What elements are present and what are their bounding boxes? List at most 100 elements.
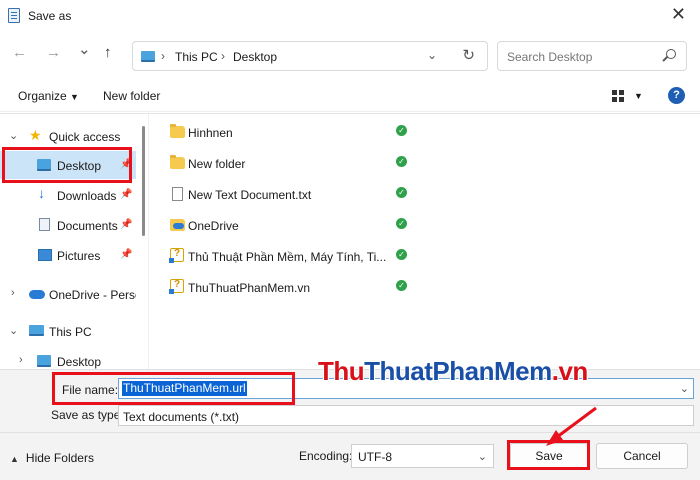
nav-item-label: Quick access <box>49 130 121 144</box>
close-icon[interactable]: ✕ <box>671 4 686 25</box>
pin-icon: 📌 <box>120 219 133 230</box>
file-name: New Text Document.txt <box>188 188 312 202</box>
pane-divider[interactable] <box>148 114 158 370</box>
command-bar: Organize ▼ New folder ▼ ? <box>0 80 700 112</box>
chevron-right-icon[interactable]: › <box>19 354 23 366</box>
caret-up-icon: ▲ <box>10 454 19 464</box>
pictures-icon <box>38 249 52 261</box>
encoding-select[interactable]: UTF-8 ⌄ <box>351 444 494 468</box>
nav-item-this-pc[interactable]: ⌄ This PC <box>0 317 136 345</box>
view-options-icon[interactable] <box>612 90 624 102</box>
nav-item-desktop[interactable]: Desktop 📌 <box>0 151 136 179</box>
chevron-down-icon[interactable]: ⌄ <box>680 382 689 395</box>
organize-menu[interactable]: Organize ▼ <box>18 89 79 103</box>
main-content: ⌄ ★ Quick access Desktop 📌 ↓ Downloads 📌… <box>0 113 700 370</box>
nav-item-downloads[interactable]: ↓ Downloads 📌 <box>0 181 136 209</box>
shortcut-icon <box>169 248 184 263</box>
watermark-part: ThuatPhanMem <box>364 356 552 386</box>
file-item[interactable]: Thủ Thuật Phần Mềm, Máy Tính, Ti... ✓ <box>158 240 418 270</box>
search-input[interactable]: Search Desktop <box>507 50 592 64</box>
encoding-label: Encoding: <box>299 449 353 463</box>
sync-status-icon: ✓ <box>396 249 407 260</box>
save-button[interactable]: Save <box>510 443 588 469</box>
view-dropdown-icon[interactable]: ▼ <box>634 91 643 101</box>
nav-item-label: Desktop <box>57 355 102 369</box>
pin-icon: 📌 <box>120 249 133 260</box>
save-type-label: Save as type: <box>51 408 124 422</box>
nav-item-this-pc-desktop[interactable]: › Desktop <box>0 347 136 370</box>
watermark-part: Thu <box>318 356 365 386</box>
file-item[interactable]: OneDrive ✓ <box>158 209 418 239</box>
navigation-bar: ← → ⌄ ↑ › This PC › Desktop ⌄ ↻ Search D… <box>0 38 700 72</box>
file-name: New folder <box>188 157 246 171</box>
nav-item-onedrive[interactable]: › OneDrive - Perso <box>0 280 136 308</box>
up-arrow-icon[interactable]: ↑ <box>104 44 112 61</box>
chevron-down-icon[interactable]: ⌄ <box>9 129 18 142</box>
cancel-button[interactable]: Cancel <box>596 443 688 469</box>
nav-item-label: Pictures <box>57 249 101 263</box>
hide-folders-button[interactable]: ▲ Hide Folders <box>10 451 94 465</box>
back-arrow-icon[interactable]: ← <box>12 44 27 61</box>
onedrive-folder-icon <box>170 219 185 231</box>
file-name: Hinhnen <box>188 126 233 140</box>
nav-item-label: This PC <box>49 325 92 339</box>
desktop-icon <box>37 159 51 171</box>
file-name-label: File name: <box>62 383 119 397</box>
file-item[interactable]: Hinhnen ✓ <box>158 116 418 146</box>
nav-item-documents[interactable]: Documents 📌 <box>0 211 136 239</box>
file-item[interactable]: New Text Document.txt ✓ <box>158 178 418 208</box>
file-name-input[interactable]: ThuThuatPhanMem.url <box>122 381 247 396</box>
recent-locations-chevron-icon[interactable]: ⌄ <box>78 40 91 58</box>
dialog-footer: ▲ Hide Folders Encoding: UTF-8 ⌄ Save Can… <box>0 432 700 480</box>
forward-arrow-icon[interactable]: → <box>46 44 61 61</box>
sync-status-icon: ✓ <box>396 187 407 198</box>
search-icon[interactable] <box>666 49 676 59</box>
folder-icon <box>170 124 185 138</box>
address-dropdown-icon[interactable]: ⌄ <box>427 48 437 62</box>
refresh-icon[interactable]: ↻ <box>462 46 475 64</box>
breadcrumb-this-pc[interactable]: This PC <box>175 50 218 64</box>
breadcrumb-separator-icon: › <box>221 49 225 63</box>
pin-icon: 📌 <box>120 159 133 170</box>
sync-status-icon: ✓ <box>396 218 407 229</box>
breadcrumb-separator-icon: › <box>161 49 165 63</box>
watermark-logo: ThuThuatPhanMem.vn <box>318 356 588 387</box>
file-name: Thủ Thuật Phần Mềm, Máy Tính, Ti... <box>188 250 387 264</box>
pc-icon <box>141 51 155 62</box>
file-item[interactable]: New folder ✓ <box>158 147 418 177</box>
shortcut-icon <box>169 279 184 294</box>
save-type-select[interactable]: Text documents (*.txt) <box>118 405 694 426</box>
pc-icon <box>29 325 44 336</box>
onedrive-icon <box>29 290 45 299</box>
nav-item-pictures[interactable]: Pictures 📌 <box>0 241 136 269</box>
scrollbar-thumb[interactable] <box>142 126 145 236</box>
save-type-value: Text documents (*.txt) <box>123 410 240 424</box>
pin-icon: 📌 <box>120 189 133 200</box>
download-icon: ↓ <box>38 185 45 201</box>
nav-item-quick-access[interactable]: ⌄ ★ Quick access <box>0 122 136 150</box>
address-bar[interactable]: › This PC › Desktop ⌄ ↻ <box>132 41 488 71</box>
text-file-icon <box>172 187 183 201</box>
chevron-down-icon: ⌄ <box>477 451 487 463</box>
file-name: OneDrive <box>188 219 239 233</box>
star-icon: ★ <box>29 127 42 143</box>
file-list: Hinhnen ✓ New folder ✓ New Text Document… <box>158 114 700 370</box>
file-item[interactable]: ThuThuatPhanMem.vn ✓ <box>158 271 418 301</box>
breadcrumb-desktop[interactable]: Desktop <box>233 50 277 64</box>
file-name: ThuThuatPhanMem.vn <box>188 281 311 295</box>
encoding-value: UTF-8 <box>358 450 392 464</box>
nav-item-label: Desktop <box>57 159 102 173</box>
hide-folders-label: Hide Folders <box>25 451 94 465</box>
desktop-icon <box>37 355 51 367</box>
nav-item-label: Documents <box>57 219 118 233</box>
folder-icon <box>170 155 185 169</box>
new-folder-button[interactable]: New folder <box>103 89 160 103</box>
chevron-down-icon[interactable]: ⌄ <box>9 324 18 337</box>
nav-item-label: OneDrive - Perso <box>49 288 136 302</box>
help-icon[interactable]: ? <box>668 87 685 104</box>
organize-label: Organize <box>18 89 67 103</box>
title-bar: Save as ✕ <box>0 0 700 32</box>
documents-icon <box>39 218 50 231</box>
search-box[interactable]: Search Desktop <box>497 41 687 71</box>
chevron-right-icon[interactable]: › <box>11 287 15 299</box>
